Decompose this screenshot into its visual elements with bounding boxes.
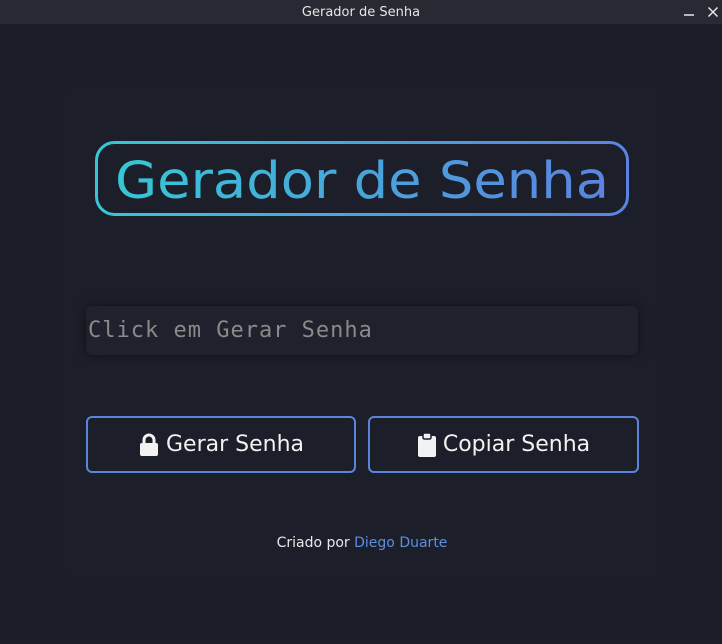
copy-password-button[interactable]: Copiar Senha	[368, 416, 639, 473]
footer-credit: Criado por Diego Duarte	[0, 535, 722, 551]
author-link[interactable]: Diego Duarte	[354, 535, 447, 551]
window-title: Gerador de Senha	[301, 4, 421, 20]
close-icon[interactable]	[702, 0, 722, 24]
app-window: Gerador de Senha Gerador de Senha Click …	[0, 0, 722, 644]
minimize-icon[interactable]	[678, 0, 700, 24]
title-bar: Gerador de Senha	[0, 0, 722, 24]
clipboard-icon	[417, 431, 437, 458]
password-field[interactable]	[86, 306, 638, 355]
generate-button-label: Gerar Senha	[165, 432, 304, 457]
logo-text: Gerador de Senha	[115, 152, 609, 211]
generate-password-button[interactable]: Gerar Senha	[86, 416, 356, 473]
footer-prefix: Criado por	[276, 535, 350, 551]
app-logo: Gerador de Senha	[95, 141, 629, 216]
copy-button-label: Copiar Senha	[442, 432, 591, 457]
lock-icon	[138, 433, 160, 457]
